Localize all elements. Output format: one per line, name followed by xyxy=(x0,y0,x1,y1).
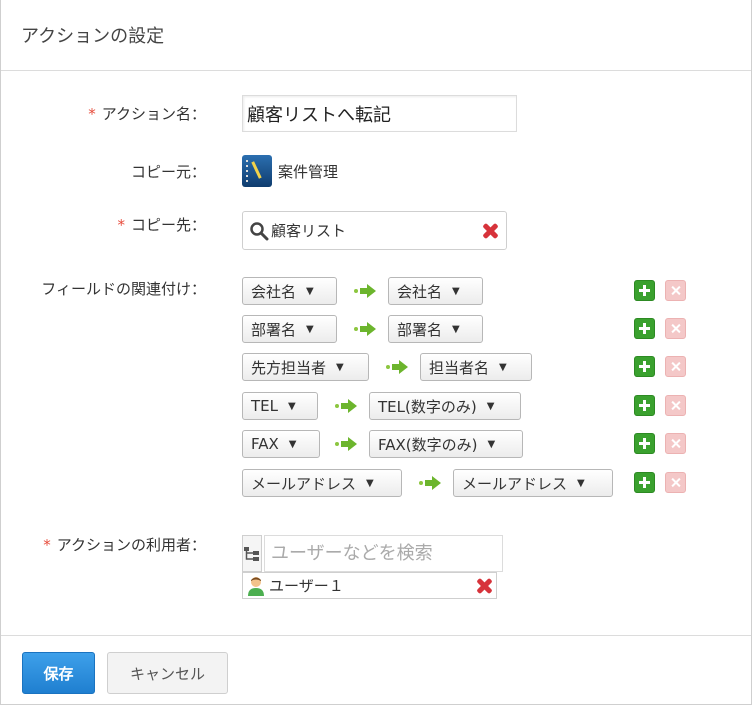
arrow-right-icon xyxy=(386,360,408,374)
caret-down-icon: ▼ xyxy=(306,285,314,297)
mapping-dest-field-select[interactable]: 会社名 ▼ xyxy=(388,277,483,305)
destination-app-field[interactable]: 顧客リスト xyxy=(242,211,507,250)
source-label: コピー元： xyxy=(131,161,206,182)
caret-down-icon: ▼ xyxy=(577,477,585,489)
destination-app-name: 顧客リスト xyxy=(271,222,347,240)
action-name-label-text: アクション名： xyxy=(101,105,206,123)
add-mapping-button[interactable] xyxy=(634,280,655,301)
add-mapping-button[interactable] xyxy=(634,395,655,416)
selected-user: ユーザー１ xyxy=(242,572,497,599)
select-value: 会社名 xyxy=(397,282,443,301)
user-search-input[interactable] xyxy=(264,535,503,572)
remove-mapping-button[interactable] xyxy=(665,433,686,454)
user-search xyxy=(242,535,503,572)
arrow-right-icon xyxy=(354,284,376,298)
org-tree-button[interactable] xyxy=(242,535,262,572)
caret-down-icon: ▼ xyxy=(452,323,460,335)
mapping-source-field-select[interactable]: 先方担当者 ▼ xyxy=(242,353,369,381)
select-value: 部署名 xyxy=(397,320,443,339)
user-avatar-icon xyxy=(248,576,264,596)
action-name-label: * アクション名： xyxy=(88,103,206,124)
mapping-dest-field-select[interactable]: FAX(数字のみ) ▼ xyxy=(369,430,523,458)
destination-label-text: コピー先： xyxy=(130,216,206,234)
action-name-input[interactable] xyxy=(242,95,517,132)
add-mapping-button[interactable] xyxy=(634,433,655,454)
select-value: 部署名 xyxy=(251,320,297,339)
cancel-button[interactable]: キャンセル xyxy=(107,652,228,694)
mapping-source-field-select[interactable]: FAX ▼ xyxy=(242,430,320,458)
caret-down-icon: ▼ xyxy=(452,285,460,297)
arrow-right-icon xyxy=(335,399,357,413)
caret-down-icon: ▼ xyxy=(336,361,344,373)
caret-down-icon: ▼ xyxy=(306,323,314,335)
add-mapping-button[interactable] xyxy=(634,356,655,377)
dialog-title: アクションの設定 xyxy=(21,26,165,47)
arrow-right-icon xyxy=(354,322,376,336)
caret-down-icon: ▼ xyxy=(486,400,495,412)
caret-down-icon: ▼ xyxy=(288,400,296,412)
mapping-source-field-select[interactable]: 部署名 ▼ xyxy=(242,315,337,343)
notebook-app-icon xyxy=(242,155,272,187)
select-value: 担当者名 xyxy=(429,358,490,377)
mapping-dest-field-select[interactable]: 部署名 ▼ xyxy=(388,315,483,343)
mapping-source-field-select[interactable]: メールアドレス ▼ xyxy=(242,469,402,497)
remove-user-icon[interactable] xyxy=(475,577,493,595)
add-mapping-button[interactable] xyxy=(634,472,655,493)
mapping-dest-field-select[interactable]: メールアドレス ▼ xyxy=(453,469,613,497)
save-button[interactable]: 保存 xyxy=(22,652,95,694)
mapping-source-field-select[interactable]: TEL ▼ xyxy=(242,392,318,420)
select-value: TEL(数字のみ) xyxy=(378,397,477,416)
required-mark: * xyxy=(43,536,51,554)
source-app-name: 案件管理 xyxy=(278,162,339,181)
users-label: * アクションの利用者： xyxy=(43,534,206,555)
remove-destination-icon[interactable] xyxy=(481,222,499,240)
select-value: FAX(数字のみ) xyxy=(378,435,478,454)
mapping-dest-field-select[interactable]: 担当者名 ▼ xyxy=(420,353,532,381)
selected-user-name: ユーザー１ xyxy=(269,577,344,595)
remove-mapping-button[interactable] xyxy=(665,318,686,339)
remove-mapping-button[interactable] xyxy=(665,280,686,301)
source-app: 案件管理 xyxy=(242,155,338,187)
field-mapping-label: フィールドの関連付け： xyxy=(41,278,206,299)
mapping-dest-field-select[interactable]: TEL(数字のみ) ▼ xyxy=(369,392,521,420)
org-tree-icon xyxy=(244,546,259,561)
field-mapping-label-text: フィールドの関連付け： xyxy=(41,280,206,298)
caret-down-icon: ▼ xyxy=(288,438,297,450)
remove-mapping-button[interactable] xyxy=(665,395,686,416)
arrow-right-icon xyxy=(335,437,357,451)
caret-down-icon: ▼ xyxy=(366,477,374,489)
select-value: FAX xyxy=(251,435,279,453)
select-value: 会社名 xyxy=(251,282,297,301)
arrow-right-icon xyxy=(419,476,441,490)
users-label-text: アクションの利用者： xyxy=(56,536,206,554)
select-value: TEL xyxy=(251,397,278,415)
source-label-text: コピー元： xyxy=(130,163,206,181)
add-mapping-button[interactable] xyxy=(634,318,655,339)
action-settings-dialog: アクションの設定 * アクション名： コピー元： 案件管理 * コピー先： 顧客リス… xyxy=(0,0,752,705)
select-value: 先方担当者 xyxy=(251,358,327,377)
destination-label: * コピー先： xyxy=(117,214,206,235)
required-mark: * xyxy=(88,105,96,123)
caret-down-icon: ▼ xyxy=(499,361,507,373)
search-icon xyxy=(250,221,269,240)
remove-mapping-button[interactable] xyxy=(665,356,686,377)
select-value: メールアドレス xyxy=(462,474,568,493)
remove-mapping-button[interactable] xyxy=(665,472,686,493)
caret-down-icon: ▼ xyxy=(487,438,496,450)
select-value: メールアドレス xyxy=(251,474,357,493)
dialog-footer: 保存 キャンセル xyxy=(1,635,751,705)
required-mark: * xyxy=(117,216,125,234)
mapping-source-field-select[interactable]: 会社名 ▼ xyxy=(242,277,337,305)
dialog-header: アクションの設定 xyxy=(1,0,751,71)
